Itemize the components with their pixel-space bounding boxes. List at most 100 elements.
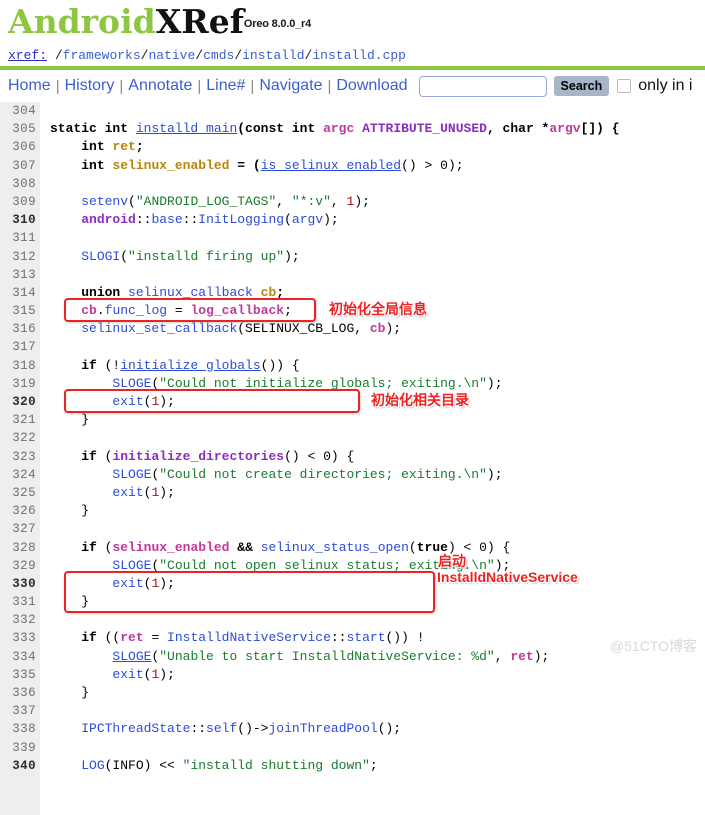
line-number[interactable]: 340 xyxy=(0,757,36,775)
nav-item-home[interactable]: Home xyxy=(8,77,56,95)
code-line-text[interactable]: if (initialize_directories() < 0) { xyxy=(36,448,354,466)
code-line-text[interactable]: } xyxy=(36,411,89,429)
line-number[interactable]: 305 xyxy=(0,120,36,138)
line-number[interactable]: 336 xyxy=(0,684,36,702)
code-line: 304 xyxy=(0,102,705,120)
code-line-text[interactable]: if ((ret = InstalldNativeService::start(… xyxy=(36,629,424,647)
breadcrumb-segment-cmds[interactable]: cmds xyxy=(203,48,234,63)
code-line: 330 exit(1); xyxy=(0,575,705,593)
line-number[interactable]: 310 xyxy=(0,211,36,229)
code-line: 329 SLOGE("Could not open selinux status… xyxy=(0,557,705,575)
search-button[interactable]: Search xyxy=(553,76,610,96)
line-number[interactable]: 319 xyxy=(0,375,36,393)
code-line: 333 if ((ret = InstalldNativeService::st… xyxy=(0,629,705,647)
code-line-text[interactable]: SLOGE("Could not create directories; exi… xyxy=(36,466,502,484)
line-number[interactable]: 326 xyxy=(0,502,36,520)
line-number[interactable]: 321 xyxy=(0,411,36,429)
code-line: 324 SLOGE("Could not create directories;… xyxy=(0,466,705,484)
code-line-text[interactable]: cb.func_log = log_callback; xyxy=(36,302,292,320)
breadcrumb-sep-3: / xyxy=(234,48,243,63)
nav-item-linenumber[interactable]: Line# xyxy=(201,77,250,95)
line-number[interactable]: 334 xyxy=(0,648,36,666)
only-in-checkbox[interactable] xyxy=(617,79,632,93)
line-number[interactable]: 328 xyxy=(0,539,36,557)
line-number[interactable]: 309 xyxy=(0,193,36,211)
search-input[interactable] xyxy=(418,75,547,97)
line-number[interactable]: 322 xyxy=(0,429,36,447)
line-number[interactable]: 339 xyxy=(0,739,36,757)
breadcrumb-xref-label[interactable]: xref: xyxy=(8,48,47,63)
line-number[interactable]: 315 xyxy=(0,302,36,320)
code-line: 338 IPCThreadState::self()->joinThreadPo… xyxy=(0,720,705,738)
nav-item-navigate[interactable]: Navigate xyxy=(254,77,327,95)
watermark: @51CTO博客 xyxy=(609,638,697,654)
nav-item-download[interactable]: Download xyxy=(331,77,412,95)
line-number[interactable]: 318 xyxy=(0,357,36,375)
line-number[interactable]: 323 xyxy=(0,448,36,466)
code-line-text[interactable]: union selinux_callback cb; xyxy=(36,284,284,302)
code-line-text[interactable]: } xyxy=(36,593,89,611)
code-line-text[interactable]: setenv("ANDROID_LOG_TAGS", "*:v", 1); xyxy=(36,193,370,211)
line-number[interactable]: 327 xyxy=(0,520,36,538)
code-line: 318 if (!initialize_globals()) { xyxy=(0,357,705,375)
breadcrumb-segment-file[interactable]: installd.cpp xyxy=(312,48,406,63)
line-number[interactable]: 333 xyxy=(0,629,36,647)
code-line-text[interactable]: LOG(INFO) << "installd shutting down"; xyxy=(36,757,377,775)
nav-toolbar: Home | History | Annotate | Line# | Navigate… xyxy=(0,70,705,102)
code-line-text[interactable]: selinux_set_callback(SELINUX_CB_LOG, cb)… xyxy=(36,320,401,338)
code-line-text[interactable]: } xyxy=(36,502,89,520)
line-number[interactable]: 317 xyxy=(0,338,36,356)
code-line-text[interactable]: android::base::InitLogging(argv); xyxy=(36,211,339,229)
breadcrumb-sep-2: / xyxy=(195,48,204,63)
code-line-text[interactable]: static int installd_main(const int argc … xyxy=(36,120,620,138)
code-line: 335 exit(1); xyxy=(0,666,705,684)
line-number[interactable]: 329 xyxy=(0,557,36,575)
line-number[interactable]: 308 xyxy=(0,175,36,193)
breadcrumb-segment-installd[interactable]: installd xyxy=(242,48,304,63)
line-number[interactable]: 312 xyxy=(0,248,36,266)
line-number[interactable]: 313 xyxy=(0,266,36,284)
line-number[interactable]: 316 xyxy=(0,320,36,338)
code-line: 316 selinux_set_callback(SELINUX_CB_LOG,… xyxy=(0,320,705,338)
line-number[interactable]: 320 xyxy=(0,393,36,411)
code-line-text[interactable]: exit(1); xyxy=(36,484,174,502)
breadcrumb-segment-native[interactable]: native xyxy=(148,48,195,63)
line-number[interactable]: 331 xyxy=(0,593,36,611)
code-line-text[interactable]: IPCThreadState::self()->joinThreadPool()… xyxy=(36,720,401,738)
line-number[interactable]: 337 xyxy=(0,702,36,720)
code-line-text[interactable]: int ret; xyxy=(36,138,143,156)
code-line-text[interactable]: exit(1); xyxy=(36,575,174,593)
code-line-text[interactable]: SLOGE("Unable to start InstalldNativeSer… xyxy=(36,648,549,666)
code-line: 322 xyxy=(0,429,705,447)
code-line-text[interactable]: exit(1); xyxy=(36,393,174,411)
line-number[interactable]: 332 xyxy=(0,611,36,629)
code-line: 313 xyxy=(0,266,705,284)
code-line-text[interactable]: int selinux_enabled = (is_selinux_enable… xyxy=(36,157,463,175)
line-number[interactable]: 306 xyxy=(0,138,36,156)
code-line-text[interactable]: if (!initialize_globals()) { xyxy=(36,357,299,375)
annotation-text-initialize-directories: 初始化相关目录 xyxy=(371,392,469,408)
nav-item-history[interactable]: History xyxy=(60,77,120,95)
line-number[interactable]: 330 xyxy=(0,575,36,593)
code-line-text[interactable]: exit(1); xyxy=(36,666,174,684)
code-line: 307 int selinux_enabled = (is_selinux_en… xyxy=(0,157,705,175)
line-number[interactable]: 325 xyxy=(0,484,36,502)
line-number[interactable]: 307 xyxy=(0,157,36,175)
code-line: 309 setenv("ANDROID_LOG_TAGS", "*:v", 1)… xyxy=(0,193,705,211)
logo-version-text: Oreo 8.0.0_r4 xyxy=(243,18,312,30)
code-line: 319 SLOGE("Could not initialize globals;… xyxy=(0,375,705,393)
code-line-text[interactable]: } xyxy=(36,684,89,702)
nav-item-annotate[interactable]: Annotate xyxy=(123,77,197,95)
line-number[interactable]: 338 xyxy=(0,720,36,738)
code-line-text[interactable]: SLOGI("installd firing up"); xyxy=(36,248,299,266)
line-number[interactable]: 314 xyxy=(0,284,36,302)
code-line: 306 int ret; xyxy=(0,138,705,156)
line-number[interactable]: 335 xyxy=(0,666,36,684)
code-line: 310 android::base::InitLogging(argv); xyxy=(0,211,705,229)
line-number[interactable]: 311 xyxy=(0,229,36,247)
code-line: 331 } xyxy=(0,593,705,611)
code-line: 320 exit(1); xyxy=(0,393,705,411)
breadcrumb-segment-frameworks[interactable]: frameworks xyxy=(63,48,141,63)
line-number[interactable]: 304 xyxy=(0,102,36,120)
line-number[interactable]: 324 xyxy=(0,466,36,484)
